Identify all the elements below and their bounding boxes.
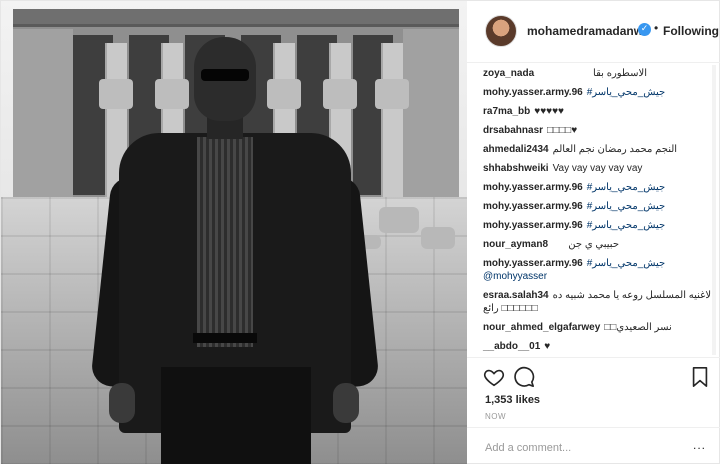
photo-stone [379, 207, 419, 233]
comments-scrollbar[interactable] [712, 65, 716, 355]
post-actions: 1,353 likes NOW [467, 357, 720, 427]
photo-stone [421, 227, 455, 249]
comment-username[interactable]: mohy.yasser.army.96 [483, 182, 583, 193]
comment-hashtag-link[interactable]: #جيش_محي_ياسر [587, 220, 666, 231]
comment-item: shhabshweiki Vay vay vay vay vay [483, 162, 711, 175]
man-belt [193, 333, 257, 343]
comment-username[interactable]: ahmedali2434 [483, 144, 549, 155]
comment-text: □□نسر الصعيدي [604, 322, 672, 333]
comment-username[interactable]: nour_ayman8 [483, 238, 548, 251]
more-options-icon[interactable]: ... [693, 438, 706, 452]
comment-username[interactable]: mohy.yasser.army.96 [483, 201, 583, 212]
temple-wall-left [13, 29, 73, 201]
comment-username[interactable]: mohy.yasser.army.96 [483, 258, 583, 269]
comment-text: حبيبي ي جن [568, 239, 619, 250]
comment-text: الاسطوره بقا [593, 68, 647, 79]
bookmark-icon[interactable] [689, 366, 711, 388]
comment-item: ra7ma_bb ♥♥♥♥♥ [483, 105, 711, 118]
comment-item: mohy.yasser.army.96 #جيش_محي_ياسر [483, 257, 711, 270]
comment-mention-link[interactable]: @mohyyasser [483, 271, 547, 282]
comment-item: mohy.yasser.army.96 #جيش_محي_ياسر [483, 219, 711, 232]
add-comment-input[interactable] [485, 440, 685, 456]
comment-item: @mohyyasser [483, 270, 711, 283]
comment-item: esraa.salah34 الاغنيه المسلسل روعه يا محم… [483, 289, 714, 302]
comment-hashtag-link[interactable]: #جيش_محي_ياسر [587, 182, 666, 193]
comment-username[interactable]: __abdo__01 [483, 341, 540, 352]
avatar[interactable] [485, 15, 517, 47]
comment-text: النجم محمد رمضان نجم العالم [552, 144, 678, 155]
header-separator: • [654, 21, 659, 35]
comment-text: Vay vay vay vay vay [552, 163, 643, 174]
comment-item: ahmedali2434 النجم محمد رمضان نجم العالم [483, 143, 711, 156]
photo-man [90, 37, 380, 464]
comment-text: □□□□♥ [547, 125, 578, 136]
comment-item: mohy.yasser.army.96 #جيش_محي_ياسر [483, 200, 711, 213]
comment-username[interactable]: esraa.salah34 [483, 290, 549, 301]
sunglasses [201, 69, 249, 81]
temple-column [381, 43, 403, 199]
comment-username[interactable]: nour_ahmed_elgafarwey [483, 322, 600, 333]
comment-hashtag-link[interactable]: #جيش_محي_ياسر [587, 201, 666, 212]
comment-text: ♥ [544, 341, 551, 352]
comment-item: drsabahnasr □□□□♥ [483, 124, 711, 137]
comment-username[interactable]: shhabshweiki [483, 163, 549, 174]
man-hand-left [109, 383, 135, 423]
column-capital [375, 79, 409, 109]
post-photo[interactable] [1, 1, 467, 464]
man-hand-right [333, 383, 359, 423]
comment-hashtag-link[interactable]: #جيش_محي_ياسر [587, 87, 666, 98]
likes-count[interactable]: 1,353 likes [485, 394, 540, 406]
comment-hashtag-link[interactable]: #جيش_محي_ياسر [587, 258, 666, 269]
comment-item: nour_ahmed_elgafarwey □□نسر الصعيدي [483, 321, 711, 334]
header-username[interactable]: mohamedramadanws [527, 24, 650, 38]
comment-item: mohy.yasser.army.96 #جيش_محي_ياسر [483, 86, 711, 99]
comments-list[interactable]: zoya_nada الاسطوره بقا mohy.yasser.army.… [467, 63, 720, 357]
comment-text: رائع □□□□□□ [483, 303, 538, 314]
comment-username[interactable]: drsabahnasr [483, 125, 543, 136]
comment-username[interactable]: mohy.yasser.army.96 [483, 220, 583, 231]
man-shirt [197, 137, 253, 347]
comment-item: رائع □□□□□□ [483, 302, 711, 315]
comment-text: ♥♥♥♥♥ [534, 106, 564, 117]
comment-username[interactable]: mohy.yasser.army.96 [483, 87, 583, 98]
comment-username[interactable]: ra7ma_bb [483, 106, 530, 117]
comment-text: الاغنيه المسلسل روعه يا محمد شبيه ده [552, 290, 714, 301]
comment-username[interactable]: zoya_nada [483, 67, 534, 80]
temple-cornice [13, 9, 459, 27]
comment-icon[interactable] [513, 366, 535, 388]
post-timestamp: NOW [485, 412, 507, 421]
heart-icon[interactable] [483, 366, 505, 388]
verified-badge-icon: ✓ [638, 23, 651, 36]
temple-wall-right [403, 29, 459, 201]
comment-item: __abdo__01 ♥ [483, 340, 711, 353]
comment-item: mohy.yasser.army.96 #جيش_محي_ياسر [483, 181, 711, 194]
man-legs [161, 367, 311, 464]
post-header: mohamedramadanws ✓ • Following [467, 1, 720, 63]
following-button[interactable]: Following [663, 24, 719, 38]
instagram-post: mohamedramadanws ✓ • Following zoya_nada… [0, 0, 720, 464]
add-comment-bar: ... [467, 427, 720, 464]
